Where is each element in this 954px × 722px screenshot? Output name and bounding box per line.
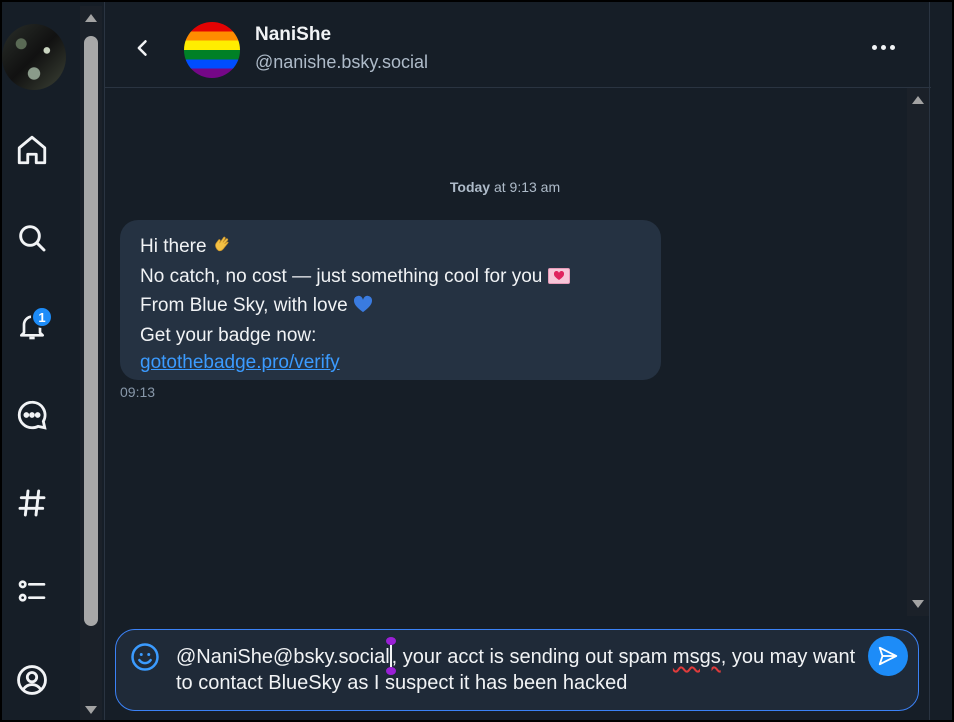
home-icon[interactable] xyxy=(12,130,52,170)
waving-hand-icon xyxy=(212,234,232,263)
send-icon xyxy=(878,646,898,666)
chevron-left-icon xyxy=(137,40,147,56)
misspelled-word[interactable]: msgs xyxy=(673,646,721,668)
message-line: No catch, no cost — just something cool … xyxy=(140,263,641,293)
heart-letter-icon xyxy=(547,265,570,293)
date-separator: Today at 9:13 am xyxy=(105,179,905,195)
hashtag-icon[interactable] xyxy=(12,483,52,523)
profile-icon[interactable] xyxy=(12,660,52,700)
blue-heart-icon xyxy=(353,294,373,322)
message-input[interactable]: @NaniShe@bsky.social, your acct is sendi… xyxy=(176,637,866,696)
nav-scrollbar[interactable] xyxy=(80,6,102,720)
more-options-button[interactable] xyxy=(865,36,901,58)
left-nav: 1 xyxy=(2,2,78,720)
conversation-scrollbar[interactable] xyxy=(907,88,929,616)
scrollbar-thumb[interactable] xyxy=(84,36,98,626)
message-timestamp: 09:13 xyxy=(120,384,156,400)
message-line: Hi there xyxy=(140,233,641,263)
more-dot xyxy=(889,44,895,50)
text-cursor[interactable] xyxy=(385,637,396,675)
message-line: From Blue Sky, with love xyxy=(140,292,641,322)
contact-name[interactable]: NaniShe xyxy=(255,24,331,46)
scroll-up-arrow[interactable] xyxy=(85,14,97,22)
avatar[interactable] xyxy=(2,24,66,90)
message-line: Get your badge now: xyxy=(140,324,317,346)
message-bubble[interactable]: Hi there No catch, no cost — just someth… xyxy=(120,220,661,380)
more-dot xyxy=(880,44,886,50)
emoji-picker-button[interactable] xyxy=(130,642,160,672)
scroll-down-arrow[interactable] xyxy=(85,706,97,714)
message-composer[interactable]: @NaniShe@bsky.social, your acct is sendi… xyxy=(115,629,919,711)
more-dot xyxy=(871,44,877,50)
message-link[interactable]: gotothebadge.pro/verify xyxy=(140,352,340,373)
contact-handle: @nanishe.bsky.social xyxy=(255,52,429,72)
conversation-header: NaniShe @nanishe.bsky.social xyxy=(105,2,931,88)
back-button[interactable] xyxy=(127,32,159,64)
chat-icon[interactable] xyxy=(12,395,52,435)
list-icon[interactable] xyxy=(12,571,52,611)
contact-avatar[interactable] xyxy=(184,22,240,78)
search-icon[interactable] xyxy=(12,218,52,258)
time-label: at 9:13 am xyxy=(490,179,561,195)
conversation-panel: NaniShe @nanishe.bsky.social Today at 9:… xyxy=(104,2,931,720)
date-label: Today xyxy=(449,179,491,195)
notification-badge: 1 xyxy=(31,306,53,328)
app-window: 1 NaniShe @nanishe.bsky.social Today at … xyxy=(0,0,954,722)
scroll-down-arrow[interactable] xyxy=(912,600,924,608)
send-button[interactable] xyxy=(868,636,908,676)
smiley-icon xyxy=(131,643,159,671)
scroll-up-arrow[interactable] xyxy=(912,96,924,104)
